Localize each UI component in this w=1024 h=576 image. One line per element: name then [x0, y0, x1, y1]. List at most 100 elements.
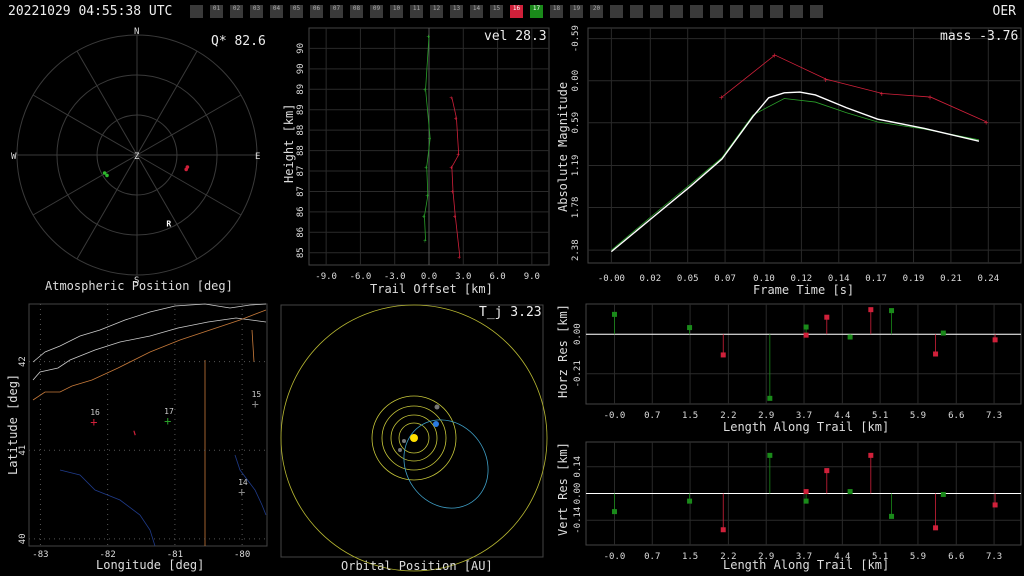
plot-frame [28, 303, 268, 547]
residual-point [611, 311, 617, 317]
data-point: + [428, 136, 432, 143]
planet-marker [398, 448, 402, 452]
residual-point [847, 489, 853, 495]
x-tick-label: 5.9 [910, 552, 926, 562]
data-point: + [449, 164, 453, 171]
residual-point [868, 307, 874, 313]
residual-point [868, 452, 874, 458]
data-point: + [422, 213, 426, 220]
y-tick-label: 89 [296, 84, 306, 95]
polar-spoke [136, 94, 242, 156]
y-tick-label: 88 [296, 145, 306, 156]
y-tick-label: 87 [296, 186, 306, 197]
coastline [32, 317, 267, 381]
x-tick-label: -9.0 [315, 272, 337, 282]
compass-w: W [11, 152, 17, 162]
compass-n: N [134, 27, 139, 37]
station-marker: + [252, 397, 259, 411]
state-border [251, 329, 255, 363]
residual-point [803, 489, 809, 495]
x-tick-label: -6.0 [350, 272, 372, 282]
x-tick-label: 0.21 [940, 274, 962, 284]
polar-spoke [32, 94, 138, 156]
y-tick-label: 40 [18, 533, 28, 544]
map-xlabel: Longitude [deg] [96, 558, 204, 572]
earth-icon [433, 421, 439, 427]
residual-point [767, 452, 773, 458]
station-label: 16 [90, 408, 100, 417]
plot-frame [280, 304, 544, 558]
polar-spoke [76, 50, 138, 156]
y-tick-label: 0.00 [573, 323, 583, 345]
y-tick-label: -0.21 [573, 360, 583, 387]
data-point: + [449, 95, 453, 102]
x-tick-label: 6.0 [489, 272, 505, 282]
data-point: + [984, 118, 989, 127]
orbit-plot: T_j 3.23 Orbital Position [AU] [280, 304, 548, 573]
trail-xlabel: Trail Offset [km] [370, 282, 493, 296]
data-point: + [425, 193, 429, 200]
data-point: + [423, 87, 427, 94]
map-plot: -83 -82 -81 -80404142+16+17+15+14Longitude … [6, 303, 268, 572]
x-tick-label: 7.3 [986, 552, 1002, 562]
x-tick-label: 1.5 [682, 552, 698, 562]
y-tick-label: 87 [296, 166, 306, 177]
data-point: + [719, 93, 724, 102]
x-tick-label: 0.19 [903, 274, 925, 284]
meteor-report-canvas: NESW ZRQ* 82.6Atmospheric Position [deg]-… [6, 25, 1022, 573]
map-ylabel: Latitude [deg] [6, 374, 20, 475]
polar-spoke [136, 154, 198, 260]
residual-point [687, 325, 693, 331]
y-tick-label: 0.59 [571, 112, 581, 134]
x-tick-label: -83 [32, 550, 48, 560]
data-point: + [928, 93, 933, 102]
station-label: 17 [164, 407, 174, 416]
x-tick-label: 9.0 [524, 272, 540, 282]
data-point: + [454, 115, 458, 122]
residual-point [803, 498, 809, 504]
x-tick-label: 0.0 [421, 272, 437, 282]
y-tick-label: 1.19 [571, 155, 581, 177]
x-tick-label: 5.9 [910, 411, 926, 421]
meteor-point [184, 167, 188, 172]
residual-point [824, 314, 830, 320]
data-point: + [772, 51, 777, 60]
trail-height-plot: -9.0 -6.0 -3.0 0.0 3.0 6.0 9.0 85 86 86 87 87 88 88 89… [282, 27, 550, 296]
x-tick-label: -80 [234, 550, 250, 560]
data-point: + [423, 238, 427, 245]
velocity-title: vel 28.3 [484, 29, 547, 44]
residual-point [992, 337, 998, 343]
y-tick-label: -0.14 [573, 507, 583, 534]
data-point: + [427, 34, 431, 41]
data-point: + [457, 254, 461, 261]
station-label: 14 [238, 478, 248, 487]
x-tick-label: 0.7 [644, 411, 660, 421]
x-tick-label: 7.3 [986, 411, 1002, 421]
magnitude-series [610, 91, 980, 253]
y-tick-label: 1.78 [571, 197, 581, 219]
y-tick-label: 0.14 [573, 456, 583, 478]
orbit-xlabel: Orbital Position [AU] [341, 559, 493, 573]
x-tick-label: -0.0 [604, 411, 626, 421]
x-tick-label: -3.0 [384, 272, 406, 282]
data-point: + [879, 90, 884, 99]
data-point: + [456, 152, 460, 159]
x-tick-label: 0.7 [644, 552, 660, 562]
trail-ylabel: Height [km] [282, 104, 296, 183]
state-border [32, 309, 267, 401]
polar-spoke [32, 154, 138, 216]
y-tick-label: 89 [296, 104, 306, 115]
residual-point [889, 308, 895, 314]
station-marker: + [90, 415, 97, 429]
planet-marker [402, 439, 406, 443]
sun-icon [410, 434, 418, 442]
y-tick-label: 86 [296, 227, 306, 238]
residual-point [803, 324, 809, 330]
residual-ylabel: Vert Res [km] [556, 442, 570, 536]
x-tick-label: 0.17 [865, 274, 887, 284]
residual-point [992, 502, 998, 508]
residual-point [687, 498, 693, 504]
x-tick-label: 3.0 [455, 272, 471, 282]
magnitude-series [611, 98, 980, 251]
x-tick-label: 0.07 [714, 274, 736, 284]
